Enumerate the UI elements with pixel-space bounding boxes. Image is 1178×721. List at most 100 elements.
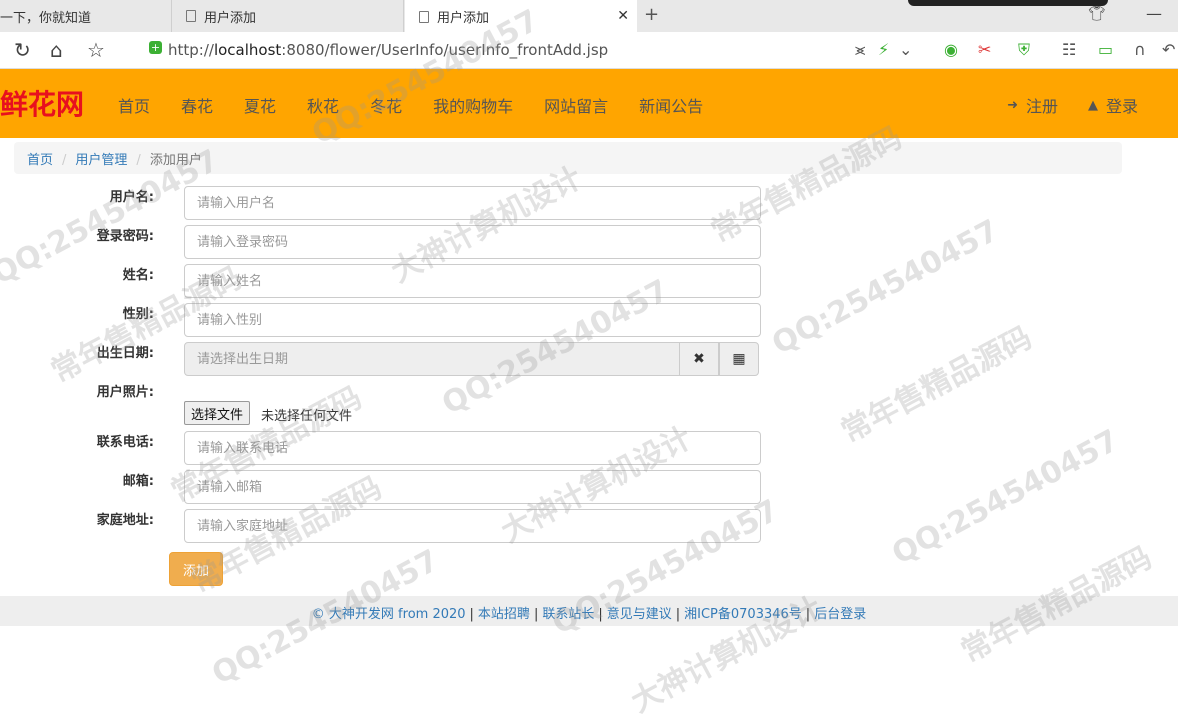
form-row-birthday: 出生日期: ✖ ▦ — [0, 342, 1178, 376]
breadcrumb: 首页 / 用户管理 / 添加用户 — [14, 142, 1122, 174]
home-icon[interactable]: ⌂ — [50, 38, 63, 62]
headphones-icon[interactable]: ∩ — [1134, 40, 1146, 59]
main-menu: 首页 春花 夏花 秋花 冬花 我的购物车 网站留言 新闻公告 — [118, 93, 734, 117]
gender-input[interactable] — [184, 303, 761, 337]
share-icon[interactable]: ⪤ — [855, 40, 865, 60]
menu-autumn[interactable]: 秋花 — [307, 93, 339, 117]
breadcrumb-separator: / — [62, 153, 67, 168]
form-row-password: 登录密码: — [0, 225, 1178, 259]
name-input[interactable] — [184, 264, 761, 298]
account-links: ➜ 注册 ▲ 登录 — [977, 93, 1138, 117]
address-bar: ↻ ⌂ ☆ + http://localhost:8080/flower/Use… — [0, 32, 1178, 69]
footer-link-admin[interactable]: 后台登录 — [814, 607, 866, 622]
birthday-input[interactable] — [184, 342, 680, 376]
apps-icon[interactable]: ☷ — [1062, 40, 1076, 59]
form-row-phone: 联系电话: — [0, 431, 1178, 465]
browser-tab-active[interactable]: 用户添加 ✕ — [405, 0, 637, 33]
birthday-label: 出生日期: — [96, 346, 154, 361]
email-label: 邮箱: — [122, 474, 154, 489]
name-label: 姓名: — [122, 268, 154, 283]
url-path: :8080/flower/UserInfo/userInfo_frontAdd.… — [281, 41, 609, 59]
battery-icon[interactable]: ▭ — [1098, 40, 1113, 59]
tab-title: 用户添加 — [204, 10, 257, 26]
photo-label: 用户照片: — [96, 385, 154, 400]
skin-icon[interactable]: 👕︎ — [1088, 6, 1106, 22]
password-label: 登录密码: — [96, 229, 154, 244]
footer-separator: | — [675, 607, 681, 622]
form-row-username: 用户名: — [0, 186, 1178, 220]
sign-in-icon: ➜ — [1007, 97, 1018, 113]
form-row-name: 姓名: — [0, 264, 1178, 298]
breadcrumb-home[interactable]: 首页 — [27, 153, 53, 168]
clear-date-icon[interactable]: ✖ — [679, 342, 719, 376]
breadcrumb-separator: / — [136, 153, 141, 168]
email-input[interactable] — [184, 470, 761, 504]
register-label: 注册 — [1025, 97, 1058, 116]
title-bar-strip — [908, 0, 1108, 6]
file-status: 未选择任何文件 — [261, 409, 353, 424]
password-input[interactable] — [184, 225, 761, 259]
lightning-icon[interactable]: ⚡︎ — [878, 40, 889, 59]
menu-home[interactable]: 首页 — [118, 93, 150, 117]
footer-separator: | — [598, 607, 603, 622]
site-logo[interactable]: 鲜花网 — [0, 83, 84, 123]
footer-separator: | — [805, 607, 811, 622]
phone-label: 联系电话: — [96, 435, 154, 450]
shield-icon[interactable]: ⛨ — [1018, 40, 1030, 60]
url-host: localhost — [213, 41, 282, 59]
choose-file-button[interactable]: 选择文件 — [184, 401, 251, 425]
footer-link-feedback[interactable]: 意见与建议 — [607, 607, 672, 622]
chevron-down-icon[interactable]: ⌄ — [899, 40, 912, 59]
address-input[interactable] — [184, 509, 761, 543]
site-footer: © 大神开发网 from 2020 | 本站招聘 | 联系站长 | 意见与建议 | 湘ICP备0… — [0, 596, 1178, 626]
menu-messages[interactable]: 网站留言 — [544, 93, 608, 117]
form-row-photo: 用户照片: — [0, 381, 1178, 415]
gender-label: 性别: — [122, 307, 154, 322]
site-header: 鲜花网 首页 春花 夏花 秋花 冬花 我的购物车 网站留言 新闻公告 ➜ 注册 ▲… — [0, 69, 1178, 138]
menu-spring[interactable]: 春花 — [181, 93, 213, 117]
secure-icon: + — [149, 41, 162, 54]
url-prefix: http:// — [168, 41, 214, 59]
tab-title: 用户添加 — [437, 11, 490, 26]
document-icon — [419, 10, 429, 23]
login-label: 登录 — [1105, 97, 1138, 116]
star-icon[interactable]: ☆ — [87, 38, 105, 62]
menu-winter[interactable]: 冬花 — [370, 93, 402, 117]
browser-tab[interactable]: 一下，你就知道 — [0, 0, 172, 32]
menu-cart[interactable]: 我的购物车 — [433, 93, 513, 117]
register-link[interactable]: ➜ 注册 — [1007, 93, 1058, 117]
minimize-icon[interactable]: — — [1146, 4, 1162, 23]
footer-separator: | — [533, 607, 539, 622]
add-button[interactable]: 添加 — [169, 552, 223, 586]
phone-input[interactable] — [184, 431, 761, 465]
menu-news[interactable]: 新闻公告 — [639, 93, 703, 117]
extension-icon[interactable]: ◉ — [944, 40, 958, 59]
calendar-icon[interactable]: ▦ — [719, 342, 759, 376]
menu-summer[interactable]: 夏花 — [244, 93, 276, 117]
window-controls: 👕︎ — — [908, 0, 1178, 32]
username-label: 用户名: — [109, 190, 154, 205]
username-input[interactable] — [184, 186, 761, 220]
browser-tab-bar: 一下，你就知道 用户添加 用户添加 ✕ + 👕︎ — — [0, 0, 1178, 33]
login-link[interactable]: ▲ 登录 — [1088, 93, 1138, 117]
breadcrumb-section[interactable]: 用户管理 — [75, 153, 127, 168]
browser-tab[interactable]: 用户添加 — [172, 0, 404, 32]
new-tab-icon[interactable]: + — [644, 4, 659, 25]
refresh-icon[interactable]: ↻ — [14, 38, 31, 62]
footer-copyright[interactable]: © 大神开发网 from 2020 — [312, 607, 466, 622]
footer-link-jobs[interactable]: 本站招聘 — [478, 607, 530, 622]
breadcrumb-current: 添加用户 — [149, 153, 202, 168]
user-icon: ▲ — [1087, 97, 1098, 113]
url-field[interactable]: http://localhost:8080/flower/UserInfo/us… — [168, 41, 608, 59]
close-tab-icon[interactable]: ✕ — [617, 8, 629, 24]
form-row-address: 家庭地址: — [0, 509, 1178, 543]
form-row-gender: 性别: — [0, 303, 1178, 337]
back-icon[interactable]: ↶ — [1162, 40, 1175, 59]
address-label: 家庭地址: — [96, 513, 154, 528]
scissors-icon[interactable]: ✂︎ — [978, 40, 991, 59]
tab-title: 一下，你就知道 — [0, 10, 92, 26]
document-icon — [186, 10, 196, 22]
footer-link-icp[interactable]: 湘ICP备0703346号 — [684, 607, 802, 622]
form-row-email: 邮箱: — [0, 470, 1178, 504]
footer-link-contact[interactable]: 联系站长 — [542, 607, 594, 622]
